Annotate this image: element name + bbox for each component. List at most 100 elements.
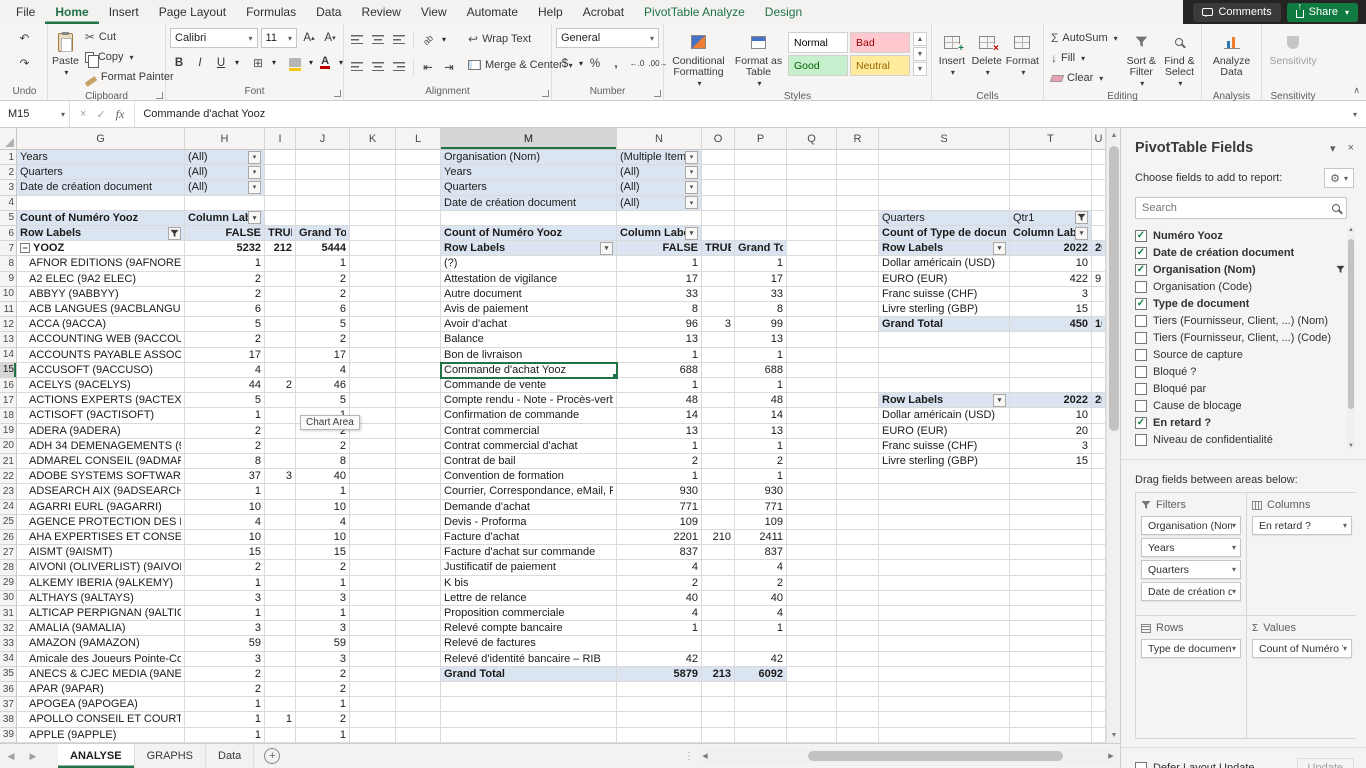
cell-S23[interactable] (879, 484, 1010, 500)
row-header-15[interactable]: 15 (0, 362, 17, 378)
column-header-K[interactable]: K (350, 128, 396, 150)
cell-L20[interactable] (396, 438, 441, 454)
format-as-table-button[interactable]: Format as Table ▾ (732, 28, 785, 90)
cell-H38[interactable]: 1 (185, 712, 265, 728)
cell-U1[interactable] (1092, 150, 1106, 166)
cell-M29[interactable]: K bis (441, 575, 617, 591)
cell-Q1[interactable] (787, 150, 837, 166)
field-item-organisation-code[interactable]: Organisation (Code) (1135, 278, 1347, 295)
cell-M26[interactable]: Facture d'achat (441, 530, 617, 546)
cell-K1[interactable] (350, 150, 396, 166)
cell-K8[interactable] (350, 256, 396, 272)
cell-P23[interactable]: 930 (735, 484, 787, 500)
cell-K25[interactable] (350, 514, 396, 530)
cell-M36[interactable] (441, 682, 617, 698)
row-header-8[interactable]: 8 (0, 256, 17, 272)
cell-R14[interactable] (837, 347, 879, 363)
field-item-bloqu-par[interactable]: Bloqué par (1135, 380, 1347, 397)
cell-T17[interactable]: 2022 (1010, 393, 1092, 409)
cell-U34[interactable] (1092, 651, 1106, 667)
cell-G3[interactable]: Date de création document (17, 180, 185, 196)
cell-T18[interactable]: 10 (1010, 408, 1092, 424)
cell-Q38[interactable] (787, 712, 837, 728)
cell-P6[interactable] (735, 226, 787, 242)
cell-T7[interactable]: 2022 (1010, 241, 1092, 257)
new-sheet-button[interactable]: + (264, 748, 281, 764)
cell-J11[interactable]: 6 (296, 302, 350, 318)
cell-J36[interactable]: 2 (296, 682, 350, 698)
cell-K12[interactable] (350, 317, 396, 333)
cell-J26[interactable]: 10 (296, 530, 350, 546)
cell-T22[interactable] (1010, 469, 1092, 485)
cell-L30[interactable] (396, 590, 441, 606)
cell-J7[interactable]: 5444 (296, 241, 350, 257)
cell-J28[interactable]: 2 (296, 560, 350, 576)
formula-input[interactable]: Commande d'achat Yooz (135, 101, 1344, 127)
cell-G39[interactable]: APPLE (9APPLE) (17, 727, 185, 743)
comments-button[interactable]: Comments (1193, 2, 1281, 22)
cell-L29[interactable] (396, 575, 441, 591)
cell-I16[interactable]: 2 (265, 378, 296, 394)
column-header-J[interactable]: J (296, 128, 350, 150)
cell-Q3[interactable] (787, 180, 837, 196)
cell-G15[interactable]: ACCUSOFT (9ACCUSO) (17, 362, 185, 378)
cell-L16[interactable] (396, 378, 441, 394)
cell-N11[interactable]: 8 (617, 302, 702, 318)
cell-U4[interactable] (1092, 195, 1106, 211)
cell-Q29[interactable] (787, 575, 837, 591)
chevron-down-icon[interactable]: ▾ (1343, 521, 1347, 530)
collapse-group-icon[interactable]: − (20, 243, 30, 254)
cell-Q39[interactable] (787, 727, 837, 743)
cell-J22[interactable]: 40 (296, 469, 350, 485)
cell-Q37[interactable] (787, 697, 837, 713)
ribbon-tab-file[interactable]: File (6, 0, 45, 24)
cell-P12[interactable]: 99 (735, 317, 787, 333)
cell-N23[interactable]: 930 (617, 484, 702, 500)
column-header-R[interactable]: R (837, 128, 879, 150)
cell-T27[interactable] (1010, 545, 1092, 561)
cell-J5[interactable] (296, 210, 350, 226)
row-header-6[interactable]: 6 (0, 226, 17, 242)
name-box[interactable]: M15 ▾ (0, 101, 70, 127)
cell-U9[interactable]: 9 (1092, 271, 1106, 287)
cell-H26[interactable]: 10 (185, 530, 265, 546)
cell-J10[interactable]: 2 (296, 286, 350, 302)
cell-U16[interactable] (1092, 378, 1106, 394)
row-header-26[interactable]: 26 (0, 530, 17, 546)
cell-Q4[interactable] (787, 195, 837, 211)
ribbon-tab-page-layout[interactable]: Page Layout (149, 0, 236, 24)
cell-T38[interactable] (1010, 712, 1092, 728)
cell-S27[interactable] (879, 545, 1010, 561)
row-header-18[interactable]: 18 (0, 408, 17, 424)
cell-U12[interactable]: 10 (1092, 317, 1106, 333)
cell-P13[interactable]: 13 (735, 332, 787, 348)
chevron-down-icon[interactable]: ▾ (1232, 543, 1236, 552)
fill-button[interactable]: ↓ Fill ▾ (1048, 49, 1121, 67)
cell-K37[interactable] (350, 697, 396, 713)
cell-G9[interactable]: A2 ELEC (9A2 ELEC) (17, 271, 185, 287)
cell-P15[interactable]: 688 (735, 362, 787, 378)
row-header-9[interactable]: 9 (0, 271, 17, 287)
cell-J37[interactable]: 1 (296, 697, 350, 713)
cell-T39[interactable] (1010, 727, 1092, 743)
insert-function-icon[interactable]: fx (116, 107, 125, 122)
cell-K20[interactable] (350, 438, 396, 454)
cell-Q5[interactable] (787, 210, 837, 226)
cell-N21[interactable]: 2 (617, 454, 702, 470)
cell-R34[interactable] (837, 651, 879, 667)
increase-indent-button[interactable]: ⇥ (440, 57, 458, 76)
cell-M8[interactable]: (?) (441, 256, 617, 272)
cell-P29[interactable]: 2 (735, 575, 787, 591)
cell-L21[interactable] (396, 454, 441, 470)
cell-M27[interactable]: Facture d'achat sur commande (441, 545, 617, 561)
cell-Q11[interactable] (787, 302, 837, 318)
cell-K22[interactable] (350, 469, 396, 485)
cell-O7[interactable]: TRUE (702, 241, 735, 257)
cell-I21[interactable] (265, 454, 296, 470)
sort-filter-button[interactable]: Sort & Filter ▾ (1124, 28, 1159, 90)
filter-dropdown-icon[interactable]: ▾ (248, 150, 261, 164)
cell-Q7[interactable] (787, 241, 837, 257)
cell-P21[interactable]: 2 (735, 454, 787, 470)
cell-J31[interactable]: 1 (296, 606, 350, 622)
cell-L37[interactable] (396, 697, 441, 713)
